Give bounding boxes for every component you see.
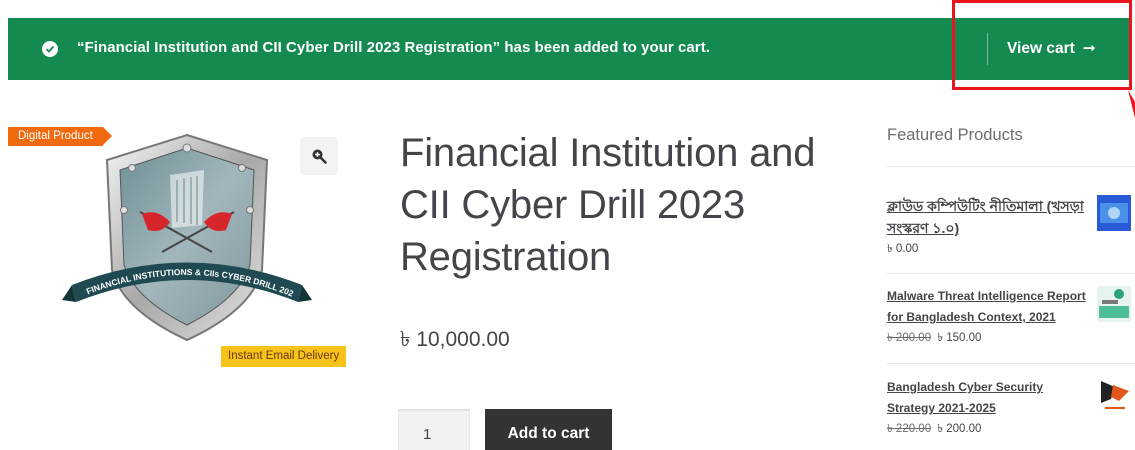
- red-arrow-annotation: [1128, 90, 1135, 118]
- featured-product-price: ৳ 200.00 ৳ 150.00: [887, 329, 1135, 348]
- widget-divider: [887, 166, 1135, 167]
- current-price: ৳ 0.00: [887, 243, 919, 255]
- featured-product-price: ৳ 0.00: [887, 240, 1135, 259]
- instant-delivery-badge: Instant Email Delivery: [221, 346, 347, 367]
- product-image: FINANCIAL INSTITUTIONS & CIIs CYBER DRIL…: [62, 130, 312, 342]
- current-price: ৳ 200.00: [937, 423, 982, 435]
- product-title: Financial Institution and CII Cyber Dril…: [400, 131, 816, 279]
- featured-products-title: Featured Products: [887, 126, 1023, 144]
- zoom-in-icon: [312, 149, 327, 164]
- view-cart-label: View cart: [1007, 39, 1075, 57]
- product-thumbnail[interactable]: [1097, 377, 1131, 413]
- featured-product-link[interactable]: ক্লাউড কম্পিউটিং নীতিমালা (খসড়া সংস্করণ…: [887, 195, 1087, 239]
- cart-notice-bar: “Financial Institution and CII Cyber Dri…: [8, 18, 1131, 80]
- item-divider: [887, 363, 1135, 364]
- check-circle-icon: [42, 41, 58, 57]
- cart-notice-message: “Financial Institution and CII Cyber Dri…: [77, 39, 710, 56]
- notice-divider: [987, 33, 988, 65]
- featured-product-price: ৳ 220.00 ৳ 200.00: [887, 420, 1135, 439]
- item-divider: [887, 273, 1135, 274]
- featured-product-item: Bangladesh Cyber Security Strategy 2021-…: [887, 377, 1135, 439]
- featured-product-item: ক্লাউড কম্পিউটিং নীতিমালা (খসড়া সংস্করণ…: [887, 195, 1135, 259]
- featured-product-link[interactable]: Malware Threat Intelligence Report for B…: [887, 286, 1087, 328]
- quantity-input[interactable]: [398, 409, 470, 450]
- old-price: ৳ 220.00: [887, 423, 932, 435]
- current-price: ৳ 150.00: [937, 332, 982, 344]
- featured-product-item: Malware Threat Intelligence Report for B…: [887, 286, 1135, 348]
- old-price: ৳ 200.00: [887, 332, 932, 344]
- arrow-right-icon: ➞: [1082, 40, 1096, 57]
- product-thumbnail[interactable]: [1097, 195, 1131, 231]
- featured-product-link[interactable]: Bangladesh Cyber Security Strategy 2021-…: [887, 377, 1087, 419]
- add-to-cart-button[interactable]: Add to cart: [485, 409, 612, 450]
- view-cart-link[interactable]: View cart ➞: [1007, 39, 1096, 58]
- product-thumbnail[interactable]: [1097, 286, 1131, 322]
- product-price: ৳ 10,000.00: [400, 328, 510, 351]
